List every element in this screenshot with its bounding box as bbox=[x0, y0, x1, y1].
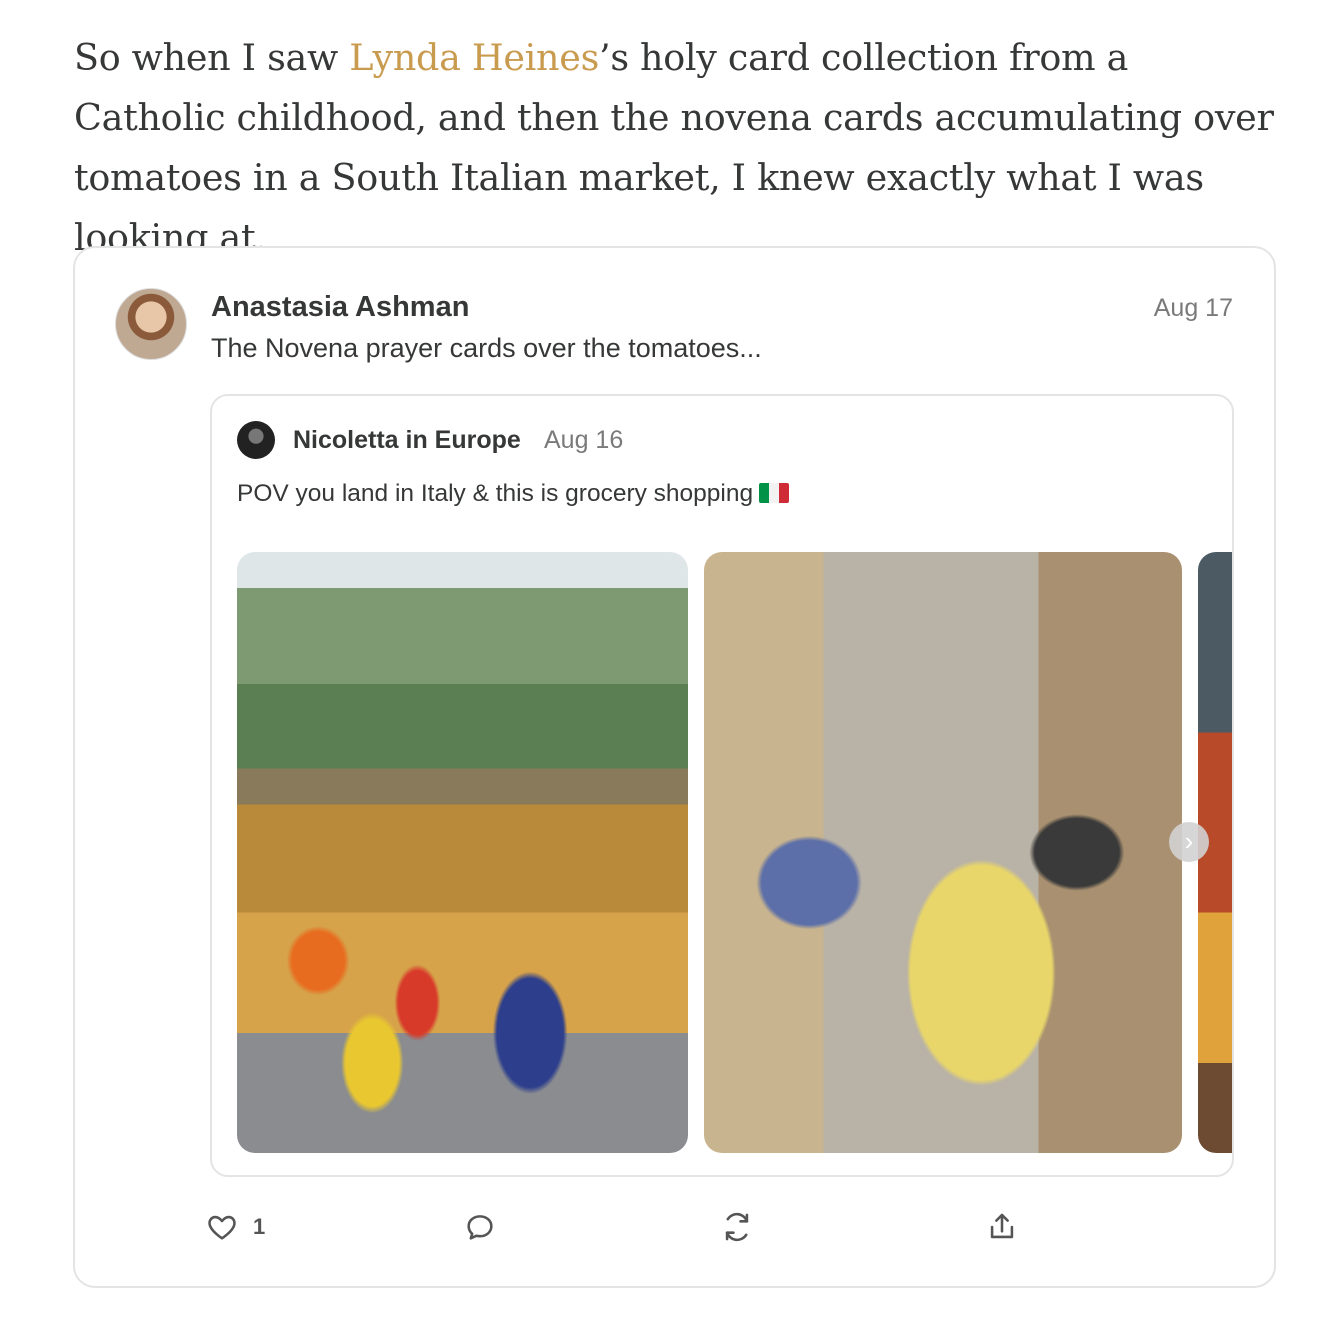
quoted-text-content: POV you land in Italy & this is grocery … bbox=[237, 480, 754, 507]
share-button[interactable] bbox=[985, 1205, 1019, 1249]
carousel-next-icon[interactable]: › bbox=[1169, 822, 1209, 862]
author-link[interactable]: Lynda Heines bbox=[349, 36, 599, 79]
photo-pasta-makers[interactable] bbox=[704, 552, 1182, 1153]
photo-fruit-stand[interactable] bbox=[237, 552, 688, 1153]
action-bar: 1 bbox=[205, 1205, 1025, 1249]
restack-icon bbox=[725, 1212, 749, 1242]
quoted-note[interactable]: Nicoletta in Europe Aug 16 POV you land … bbox=[210, 394, 1234, 1177]
like-count: 1 bbox=[253, 1214, 266, 1239]
note-text: The Novena prayer cards over the tomatoe… bbox=[211, 333, 762, 363]
quoted-author[interactable]: Nicoletta in Europe bbox=[293, 426, 521, 455]
heart-icon bbox=[208, 1215, 236, 1240]
paragraph-text-before: So when I saw bbox=[74, 36, 350, 79]
italy-flag-icon bbox=[759, 483, 790, 503]
quoted-avatar[interactable] bbox=[237, 421, 275, 459]
restack-button[interactable] bbox=[720, 1205, 754, 1249]
avatar[interactable] bbox=[115, 288, 187, 360]
share-icon bbox=[990, 1213, 1014, 1239]
comment-button[interactable] bbox=[463, 1205, 497, 1249]
note-date[interactable]: Aug 17 bbox=[1154, 294, 1233, 323]
article-paragraph: So when I saw Lynda Heines’s holy card c… bbox=[74, 28, 1284, 268]
quoted-text: POV you land in Italy & this is grocery … bbox=[237, 480, 790, 508]
like-button[interactable]: 1 bbox=[205, 1205, 265, 1249]
quoted-date[interactable]: Aug 16 bbox=[544, 426, 623, 455]
comment-icon bbox=[467, 1215, 493, 1240]
note-author[interactable]: Anastasia Ashman bbox=[211, 291, 469, 324]
